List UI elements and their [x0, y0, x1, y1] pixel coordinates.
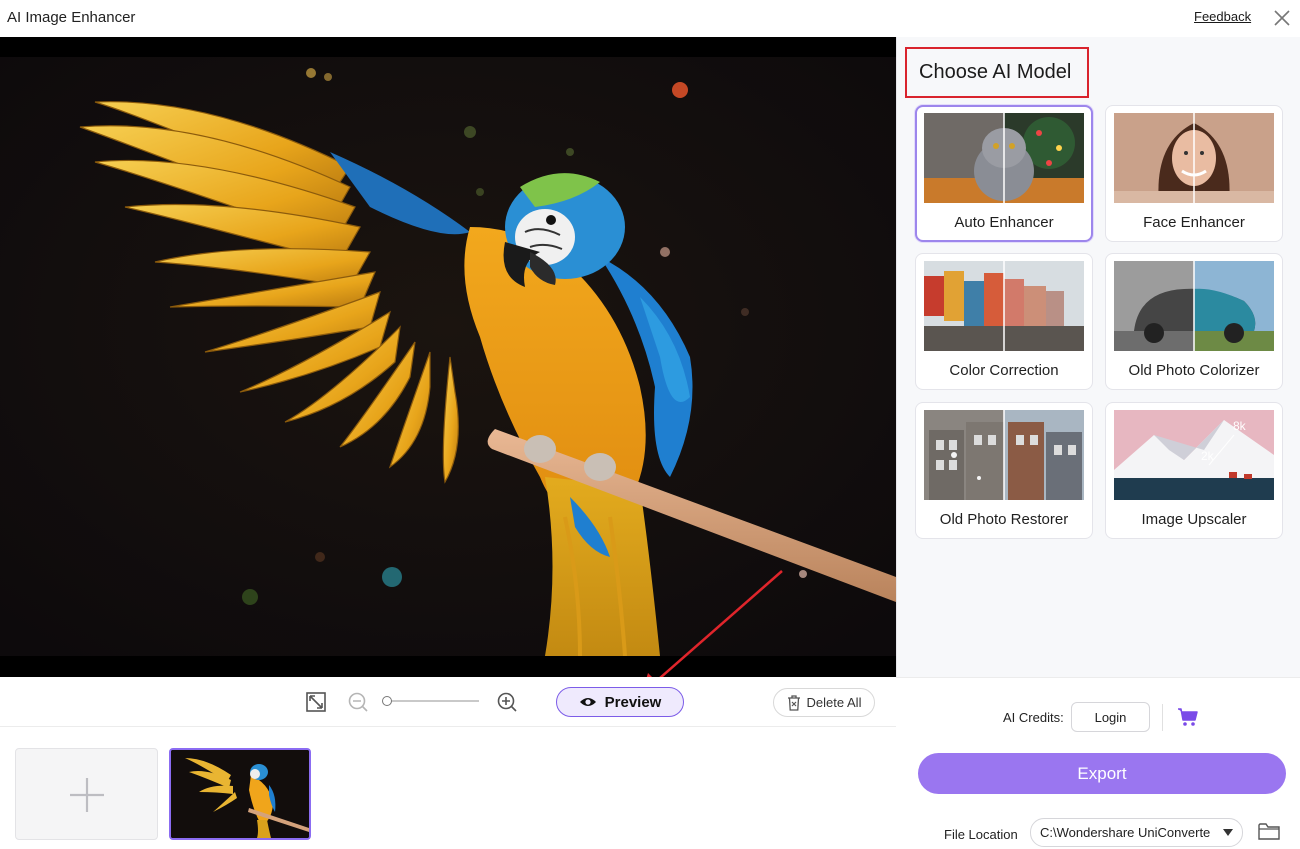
model-card-face-enhancer[interactable]: Face Enhancer — [1105, 105, 1283, 242]
divider — [1162, 704, 1163, 731]
delete-all-button[interactable]: Delete All — [773, 688, 875, 717]
model-card-label: Auto Enhancer — [954, 214, 1054, 231]
model-card-auto-enhancer[interactable]: Auto Enhancer — [915, 105, 1093, 242]
model-card-image-upscaler[interactable]: 2k 8k Image Upscaler — [1105, 402, 1283, 539]
file-location-select[interactable]: C:\Wondershare UniConverte — [1030, 818, 1243, 847]
chevron-down-icon — [1223, 829, 1233, 836]
file-location-value: C:\Wondershare UniConverte — [1040, 825, 1211, 840]
fit-screen-icon[interactable] — [305, 691, 327, 713]
model-card-color-correction[interactable]: Color Correction — [915, 253, 1093, 390]
ai-credits-label: AI Credits: — [1003, 710, 1064, 725]
parrot-thumbnail — [171, 750, 309, 838]
zoom-in-icon[interactable] — [496, 691, 518, 713]
old-photo-colorizer-preview — [1114, 261, 1274, 351]
add-image-button[interactable] — [15, 748, 158, 840]
close-icon[interactable] — [1270, 6, 1294, 30]
title-bar: AI Image Enhancer Feedback — [0, 0, 1300, 37]
folder-icon[interactable] — [1258, 822, 1280, 841]
model-card-label: Old Photo Restorer — [939, 511, 1069, 528]
choose-model-heading-text: Choose AI Model — [919, 61, 1072, 83]
trash-icon — [787, 694, 800, 711]
face-enhancer-preview — [1114, 113, 1274, 203]
old-photo-restorer-preview — [924, 410, 1084, 500]
image-canvas[interactable] — [0, 37, 896, 677]
app-title: AI Image Enhancer — [7, 9, 136, 26]
image-upscaler-preview — [1114, 410, 1274, 500]
color-correction-preview — [924, 261, 1084, 351]
upscaler-badge: 2k — [1201, 449, 1214, 463]
preview-label: Preview — [604, 693, 662, 711]
zoom-out-icon[interactable] — [347, 691, 369, 713]
choose-model-heading: Choose AI Model — [905, 47, 1089, 98]
plus-icon — [70, 778, 104, 812]
preview-button[interactable]: Preview — [556, 687, 684, 717]
model-card-label: Color Correction — [949, 362, 1059, 379]
app-window: AI Image Enhancer Feedback Preview Delet… — [0, 0, 1300, 849]
delete-all-label: Delete All — [806, 695, 862, 710]
model-card-label: Image Upscaler — [1141, 511, 1247, 528]
model-card-old-photo-colorizer[interactable]: Old Photo Colorizer — [1105, 253, 1283, 390]
cart-icon[interactable] — [1177, 707, 1199, 727]
image-thumbnail[interactable] — [169, 748, 311, 840]
model-card-label: Old Photo Colorizer — [1128, 362, 1260, 379]
feedback-link[interactable]: Feedback — [1194, 9, 1251, 24]
annotation-arrow — [646, 570, 783, 677]
model-card-label: Face Enhancer — [1143, 214, 1245, 231]
auto-enhancer-preview — [924, 113, 1084, 203]
login-button[interactable]: Login — [1071, 702, 1150, 732]
file-location-label: File Location — [944, 827, 1018, 842]
upscaler-badge: 8k — [1233, 419, 1246, 433]
eye-icon — [579, 698, 596, 706]
zoom-slider-track — [386, 700, 479, 702]
model-card-old-photo-restorer[interactable]: Old Photo Restorer — [915, 402, 1093, 539]
zoom-slider[interactable] — [382, 696, 479, 706]
export-button[interactable]: Export — [918, 753, 1286, 794]
zoom-slider-knob[interactable] — [382, 696, 392, 706]
